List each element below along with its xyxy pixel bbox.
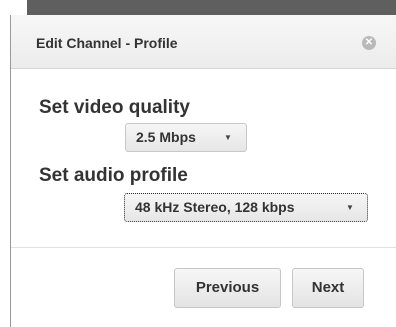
dialog-header: Edit Channel - Profile ✕ [11, 15, 396, 69]
video-quality-select[interactable]: 2.5 Mbps ▼ [125, 123, 247, 152]
chevron-down-icon: ▼ [224, 133, 232, 142]
edit-channel-dialog: Edit Channel - Profile ✕ Set video quali… [10, 15, 396, 327]
close-icon[interactable]: ✕ [362, 36, 376, 50]
next-button[interactable]: Next [292, 268, 364, 308]
background-strip [27, 0, 396, 15]
divider [11, 247, 396, 248]
audio-profile-label: Set audio profile [39, 165, 188, 186]
audio-profile-value: 48 kHz Stereo, 128 kbps [135, 199, 295, 215]
chevron-down-icon: ▼ [346, 203, 354, 212]
previous-button[interactable]: Previous [174, 268, 281, 308]
video-quality-label: Set video quality [39, 97, 190, 118]
audio-profile-select[interactable]: 48 kHz Stereo, 128 kbps ▼ [124, 193, 368, 222]
video-quality-value: 2.5 Mbps [136, 129, 196, 145]
dialog-title: Edit Channel - Profile [36, 35, 178, 51]
